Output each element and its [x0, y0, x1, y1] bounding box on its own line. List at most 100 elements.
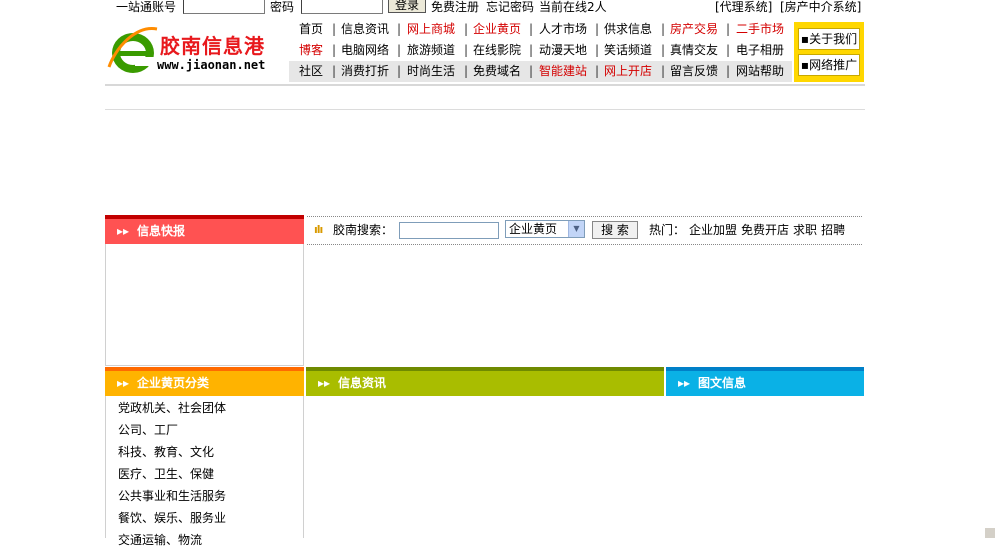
- nav-sep: |: [726, 43, 731, 57]
- register-link[interactable]: 免费注册: [431, 0, 479, 14]
- category-item[interactable]: 公司、工厂: [118, 419, 178, 441]
- online-count: 当前在线2人: [539, 0, 607, 14]
- nav-sep: |: [661, 22, 666, 36]
- nav-cinema[interactable]: 在线影院: [473, 40, 521, 61]
- login-button[interactable]: 登录: [388, 0, 426, 13]
- nav-sep: |: [332, 64, 337, 78]
- nav-sep: |: [397, 22, 402, 36]
- double-arrow-icon: ▸▸: [318, 376, 331, 390]
- nav-discount[interactable]: 消费打折: [341, 61, 389, 82]
- main-nav: 首页 | 信息资讯 | 网上商城 | 企业黄页 | 人才市场 | 供求信息 | …: [289, 19, 792, 83]
- nav-mall[interactable]: 网上商城: [407, 19, 455, 40]
- hot-searches: 热门： 企业加盟 免费开店 求职 招聘: [649, 217, 845, 244]
- info-news-header: ▸▸ 信息资讯: [306, 367, 664, 396]
- nav-sep: |: [595, 43, 600, 57]
- category-item[interactable]: 公共事业和生活服务: [118, 485, 226, 507]
- nav-travel[interactable]: 旅游频道: [407, 40, 455, 61]
- search-button[interactable]: 搜 索: [592, 221, 638, 239]
- nav-fashion[interactable]: 时尚生活: [407, 61, 455, 82]
- scrollbar-corner: [985, 528, 995, 538]
- site-header: 胶南信息港 www.jiaonan.net 首页 | 信息资讯 | 网上商城 |…: [105, 17, 865, 85]
- nav-sep: |: [397, 64, 402, 78]
- nav-home[interactable]: 首页: [299, 19, 323, 40]
- nav-sep: |: [661, 64, 666, 78]
- logo-domain: www.jiaonan.net: [157, 58, 266, 72]
- nav-sep: |: [529, 64, 534, 78]
- about-us-label: 关于我们: [809, 32, 858, 46]
- nav-row-2: 博客 | 电脑网络 | 旅游频道 | 在线影院 | 动漫天地 | 笑话频道 | …: [289, 40, 792, 61]
- categories-title: 企业黄页分类: [137, 376, 210, 390]
- news-flash-body: [105, 244, 304, 366]
- category-item[interactable]: 党政机关、社会团体: [118, 397, 226, 419]
- password-input[interactable]: [301, 0, 383, 14]
- category-item[interactable]: 医疗、卫生、保健: [118, 463, 214, 485]
- login-bar: 一站通账号 密码 登录 免费注册 忘记密码 当前在线2人 [代理系统] [房产中…: [105, 0, 865, 16]
- news-flash-header: ▸▸ 信息快报: [105, 215, 304, 244]
- site-logo[interactable]: 胶南信息港 www.jiaonan.net: [105, 17, 288, 85]
- banner-divider: [105, 109, 865, 110]
- info-news-title: 信息资讯: [338, 376, 387, 390]
- about-us-button[interactable]: ▪关于我们: [798, 28, 860, 50]
- nav-computer[interactable]: 电脑网络: [341, 40, 389, 61]
- double-arrow-icon: ▸▸: [678, 376, 691, 390]
- nav-sep: |: [529, 43, 534, 57]
- realestate-system-link[interactable]: [房产中介系统]: [780, 0, 861, 14]
- nav-yellowpages[interactable]: 企业黄页: [473, 19, 521, 40]
- nav-sep: |: [464, 22, 469, 36]
- nav-help[interactable]: 网站帮助: [736, 61, 784, 82]
- hot-item[interactable]: 免费开店: [741, 223, 789, 237]
- nav-row-1: 首页 | 信息资讯 | 网上商城 | 企业黄页 | 人才市场 | 供求信息 | …: [289, 19, 792, 40]
- nav-secondhand[interactable]: 二手市场: [736, 19, 784, 40]
- nav-blog[interactable]: 博客: [299, 40, 323, 61]
- header-divider: [105, 84, 865, 86]
- search-label: 胶南搜索：: [333, 223, 394, 237]
- nav-anime[interactable]: 动漫天地: [539, 40, 587, 61]
- promotion-label: 网络推广: [809, 58, 858, 72]
- nav-domain[interactable]: 免费域名: [473, 61, 521, 82]
- nav-realestate[interactable]: 房产交易: [670, 19, 718, 40]
- picture-news-header: ▸▸ 图文信息: [666, 367, 864, 396]
- nav-sep: |: [464, 64, 469, 78]
- search-bar: ılı 胶南搜索： 企业黄页 ▼ 搜 索 热门： 企业加盟 免费开店 求职 招聘: [307, 216, 862, 245]
- search-category-value: 企业黄页: [509, 222, 558, 236]
- nav-sep: |: [332, 43, 337, 57]
- hot-item[interactable]: 求职: [793, 223, 817, 237]
- hot-label: 热门：: [649, 223, 686, 237]
- nav-news[interactable]: 信息资讯: [341, 19, 389, 40]
- agent-system-link[interactable]: [代理系统]: [715, 0, 772, 14]
- nav-jokes[interactable]: 笑话频道: [604, 40, 652, 61]
- nav-openshop[interactable]: 网上开店: [604, 61, 652, 82]
- nav-row-3: 社区 | 消费打折 | 时尚生活 | 免费域名 | 智能建站 | 网上开店 | …: [289, 61, 792, 82]
- nav-sep: |: [726, 22, 731, 36]
- category-item[interactable]: 交通运输、物流: [118, 529, 202, 551]
- categories-header: ▸▸ 企业黄页分类: [105, 367, 304, 396]
- promotion-button[interactable]: ▪网络推广: [798, 54, 860, 76]
- news-flash-title: 信息快报: [137, 224, 186, 238]
- nav-sep: |: [661, 43, 666, 57]
- forgot-password-link[interactable]: 忘记密码: [486, 0, 534, 14]
- search-input[interactable]: [399, 222, 499, 239]
- hot-item[interactable]: 企业加盟: [689, 223, 737, 237]
- nav-sitebuilder[interactable]: 智能建站: [539, 61, 587, 82]
- nav-jobs[interactable]: 人才市场: [539, 19, 587, 40]
- categories-list: 党政机关、社会团体 公司、工厂 科技、教育、文化 医疗、卫生、保健 公共事业和生…: [105, 396, 304, 547]
- nav-sep: |: [595, 22, 600, 36]
- category-item[interactable]: 科技、教育、文化: [118, 441, 214, 463]
- side-button-group: ▪关于我们 ▪网络推广: [794, 22, 864, 82]
- nav-sep: |: [595, 64, 600, 78]
- nav-album[interactable]: 电子相册: [736, 40, 784, 61]
- category-item[interactable]: 餐饮、娱乐、服务业: [118, 507, 226, 529]
- nav-sep: |: [332, 22, 337, 36]
- nav-dating[interactable]: 真情交友: [670, 40, 718, 61]
- account-input[interactable]: [183, 0, 265, 14]
- nav-supply[interactable]: 供求信息: [604, 19, 652, 40]
- signal-bars-icon: ılı: [314, 223, 323, 236]
- search-category-select[interactable]: 企业黄页 ▼: [505, 220, 585, 238]
- hot-item[interactable]: 招聘: [821, 223, 845, 237]
- double-arrow-icon: ▸▸: [117, 376, 130, 390]
- picture-news-title: 图文信息: [698, 376, 747, 390]
- nav-sep: |: [529, 22, 534, 36]
- nav-sep: |: [464, 43, 469, 57]
- nav-community[interactable]: 社区: [299, 61, 323, 82]
- nav-guestbook[interactable]: 留言反馈: [670, 61, 718, 82]
